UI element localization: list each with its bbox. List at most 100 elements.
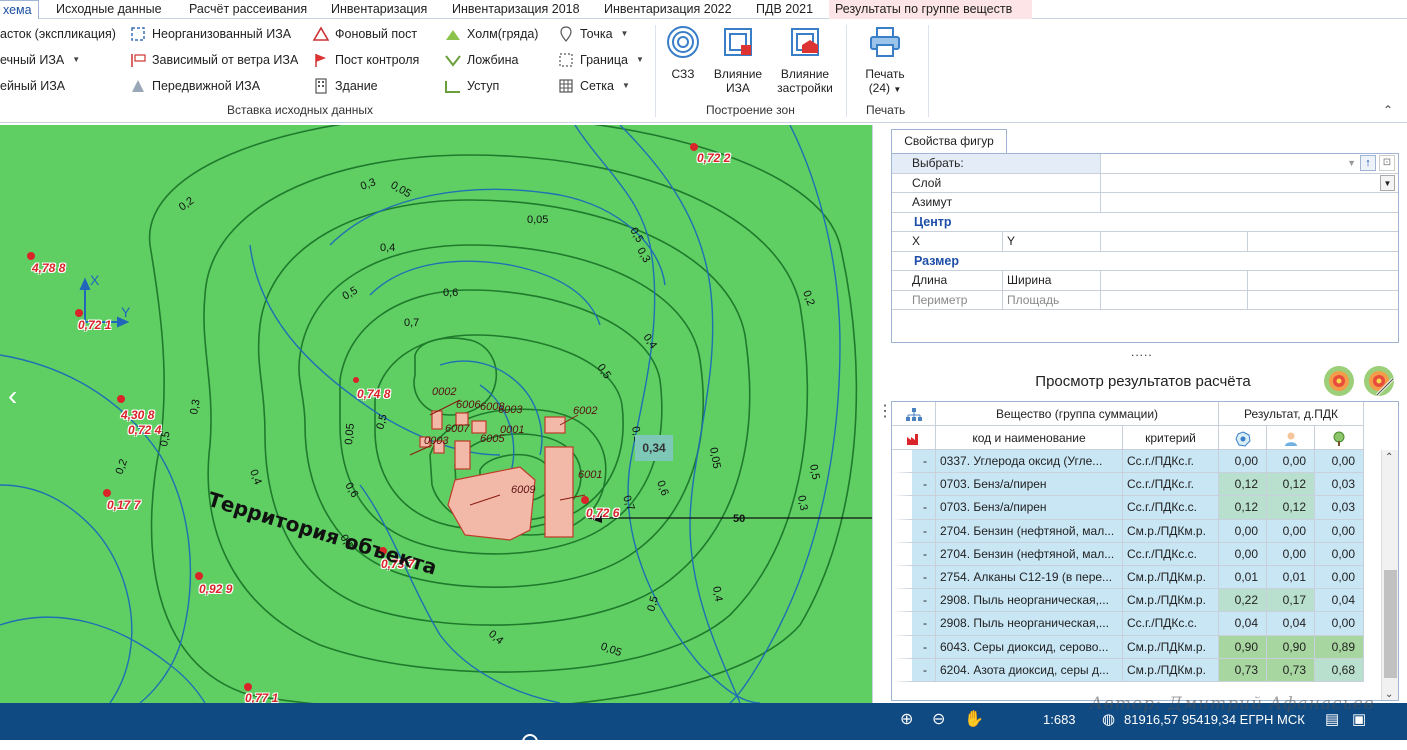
tab-scheme[interactable]: хема bbox=[0, 0, 39, 19]
wind-iza-icon bbox=[131, 54, 146, 67]
mobile-iza-button[interactable]: Передвижной ИЗА bbox=[130, 75, 260, 97]
table-row[interactable]: -2704. Бензин (нефтяной, мал... Сс.г./ПДК… bbox=[892, 542, 1382, 566]
site-button[interactable]: асток (экспликация) bbox=[0, 23, 116, 45]
nature-col-header[interactable] bbox=[1315, 426, 1364, 450]
azimuth-row[interactable]: Азимут bbox=[892, 193, 1398, 213]
target-hide-icon[interactable] bbox=[1363, 365, 1395, 397]
point-iza-button[interactable]: ечный ИЗА ▼ bbox=[0, 49, 80, 71]
map-point-label[interactable]: 4,78 8 bbox=[32, 261, 65, 275]
layer-row[interactable]: Слой ▼ bbox=[892, 173, 1398, 193]
chevron-down-icon[interactable]: ⌄ bbox=[1385, 689, 1393, 700]
table-row[interactable]: -2754. Алканы С12-19 (в пере... См.р./ПДК… bbox=[892, 566, 1382, 590]
control-post-button[interactable]: Пост контроля bbox=[313, 49, 419, 71]
ledge-button[interactable]: Уступ bbox=[445, 75, 499, 97]
row-dash: - bbox=[892, 542, 936, 566]
table-row[interactable]: -6204. Азота диоксид, серы д... См.р./ПДК… bbox=[892, 658, 1382, 682]
control-post-label: Пост контроля bbox=[335, 53, 420, 67]
result-nature-value: 0,03 bbox=[1315, 496, 1364, 520]
target-icon[interactable] bbox=[1323, 365, 1355, 397]
svg-text:6003: 6003 bbox=[498, 404, 523, 416]
print-button[interactable]: Печать (24) ▼ bbox=[860, 25, 910, 97]
chevron-down-icon[interactable]: ▼ bbox=[1380, 174, 1395, 191]
map-point-label[interactable]: 0,72 2 bbox=[697, 151, 730, 165]
map-point-label[interactable]: 0,92 9 bbox=[199, 582, 232, 596]
chevron-up-icon[interactable]: ⌃ bbox=[1385, 452, 1393, 463]
zoom-out-icon[interactable]: ⊖ bbox=[932, 709, 945, 729]
table-row[interactable]: -0703. Бенз/а/пирен Сс.г./ПДКс.г. 0,12 0,12… bbox=[892, 473, 1382, 497]
tab-group-results[interactable]: Результаты по группе веществ bbox=[829, 0, 1032, 19]
criterion-header[interactable]: критерий bbox=[1123, 426, 1219, 450]
table-row[interactable]: -2908. Пыль неорганическая,... Сс.г./ПДКс… bbox=[892, 612, 1382, 636]
select-row[interactable]: Выбрать: ▼ ↑ ⊡ bbox=[892, 154, 1398, 174]
factory-icon[interactable] bbox=[892, 426, 936, 450]
azimuth-value[interactable] bbox=[1100, 193, 1398, 212]
ribbon-separator bbox=[846, 25, 847, 117]
map-point-label[interactable]: 0,72 4 bbox=[128, 423, 161, 437]
ledge-icon bbox=[445, 81, 460, 93]
map-point-label[interactable]: 0,72 1 bbox=[78, 318, 111, 332]
map-point-label[interactable]: 0,74 8 bbox=[357, 387, 390, 401]
size-section[interactable]: Размер bbox=[892, 252, 1398, 271]
hill-button[interactable]: Холм(гряда) bbox=[445, 23, 538, 45]
splitter-handle[interactable]: ..... bbox=[1131, 345, 1153, 359]
linear-iza-button[interactable]: ейный ИЗА bbox=[0, 75, 65, 97]
print-count: (24) ▼ bbox=[860, 81, 910, 97]
tab-source-data[interactable]: Исходные данные bbox=[50, 0, 168, 19]
tab-dispersion[interactable]: Расчёт рассеивания bbox=[183, 0, 313, 19]
pan-hand-icon[interactable]: ✋ bbox=[964, 709, 984, 729]
grid-button[interactable]: Сетка ▼ bbox=[558, 75, 630, 97]
result-residential-value: 0,00 bbox=[1267, 519, 1315, 543]
width-value[interactable] bbox=[1247, 271, 1398, 290]
point-button[interactable]: Точка ▼ bbox=[558, 23, 628, 45]
table-row[interactable]: -6043. Серы диоксид, серово... См.р./ПДКм… bbox=[892, 635, 1382, 659]
build-influence-button[interactable]: Влияние застройки bbox=[774, 25, 836, 95]
chevron-left-icon[interactable]: ‹ bbox=[8, 380, 17, 412]
table-row[interactable]: -0703. Бенз/а/пирен Сс.г./ПДКс.с. 0,12 0,12… bbox=[892, 496, 1382, 520]
zone-col-header[interactable] bbox=[1219, 426, 1267, 450]
layer-value[interactable]: ▼ bbox=[1100, 173, 1398, 193]
table-row[interactable]: -0337. Углерода оксид (Угле... Сс.г./ПДКс… bbox=[892, 450, 1382, 474]
person-icon bbox=[1284, 432, 1297, 446]
iza-influence-button[interactable]: Влияние ИЗА bbox=[712, 25, 764, 95]
size-heading: Размер bbox=[914, 253, 960, 268]
substance-header[interactable]: Вещество (группа суммации) bbox=[936, 402, 1219, 426]
wind-iza-button[interactable]: Зависимый от ветра ИЗА bbox=[130, 49, 298, 71]
tab-shape-properties[interactable]: Свойства фигур bbox=[891, 129, 1007, 153]
hollow-button[interactable]: Ложбина bbox=[445, 49, 519, 71]
result-header[interactable]: Результат, д.ПДК bbox=[1219, 402, 1364, 426]
map-point-label[interactable]: 0,77 1 bbox=[245, 691, 278, 703]
center-section[interactable]: Центр bbox=[892, 213, 1398, 232]
y-value[interactable] bbox=[1247, 232, 1398, 251]
sort-up-icon[interactable]: ↑ bbox=[1360, 155, 1376, 171]
code-name-header[interactable]: код и наименование bbox=[936, 426, 1123, 450]
zoom-in-icon[interactable]: ⊕ bbox=[900, 709, 913, 729]
xy-row[interactable]: X Y bbox=[892, 232, 1398, 252]
table-row[interactable]: -2908. Пыль неорганическая,... См.р./ПДКм… bbox=[892, 589, 1382, 613]
criterion-value: Сс.г./ПДКс.с. bbox=[1123, 496, 1219, 520]
map-point-label[interactable]: 4,30 8 bbox=[121, 408, 154, 422]
background-post-button[interactable]: Фоновый пост bbox=[313, 23, 417, 45]
collapse-ribbon-icon[interactable]: ⌃ bbox=[1383, 103, 1393, 117]
tab-pdv-2021[interactable]: ПДВ 2021 bbox=[750, 0, 819, 19]
tab-inventory[interactable]: Инвентаризация bbox=[325, 0, 433, 19]
map-point-label[interactable]: 0,72 6 bbox=[586, 506, 619, 520]
tab-inventory-2022[interactable]: Инвентаризация 2022 bbox=[598, 0, 738, 19]
boundary-button[interactable]: Граница ▼ bbox=[558, 49, 644, 71]
unorganized-iza-button[interactable]: Неорганизованный ИЗА bbox=[130, 23, 291, 45]
map-point-label[interactable]: 0,17 7 bbox=[107, 498, 140, 512]
scrollbar-thumb[interactable] bbox=[1384, 570, 1397, 678]
residential-col-header[interactable] bbox=[1267, 426, 1315, 450]
results-scrollbar[interactable]: ⌃ ⌄ bbox=[1381, 450, 1398, 700]
point-label: Точка bbox=[580, 27, 613, 41]
table-row[interactable]: -2704. Бензин (нефтяной, мал... См.р./ПДК… bbox=[892, 519, 1382, 543]
szz-button[interactable]: СЗЗ bbox=[664, 25, 702, 81]
length-width-row[interactable]: Длина Ширина bbox=[892, 271, 1398, 291]
lock-icon[interactable]: ⊡ bbox=[1379, 155, 1395, 171]
select-dropdown[interactable]: ▼ ↑ ⊡ bbox=[1100, 154, 1398, 173]
tab-inventory-2018[interactable]: Инвентаризация 2018 bbox=[446, 0, 586, 19]
map-view[interactable]: 0,2 0,3 0,05 0,4 0,05 0,5 0,6 0,7 0,5 0,… bbox=[0, 125, 872, 703]
warning-triangle-icon bbox=[313, 26, 329, 41]
building-button[interactable]: Здание bbox=[313, 75, 378, 97]
hierarchy-icon[interactable] bbox=[892, 402, 936, 426]
splitter-dots-icon[interactable]: ⋮ bbox=[877, 401, 893, 421]
